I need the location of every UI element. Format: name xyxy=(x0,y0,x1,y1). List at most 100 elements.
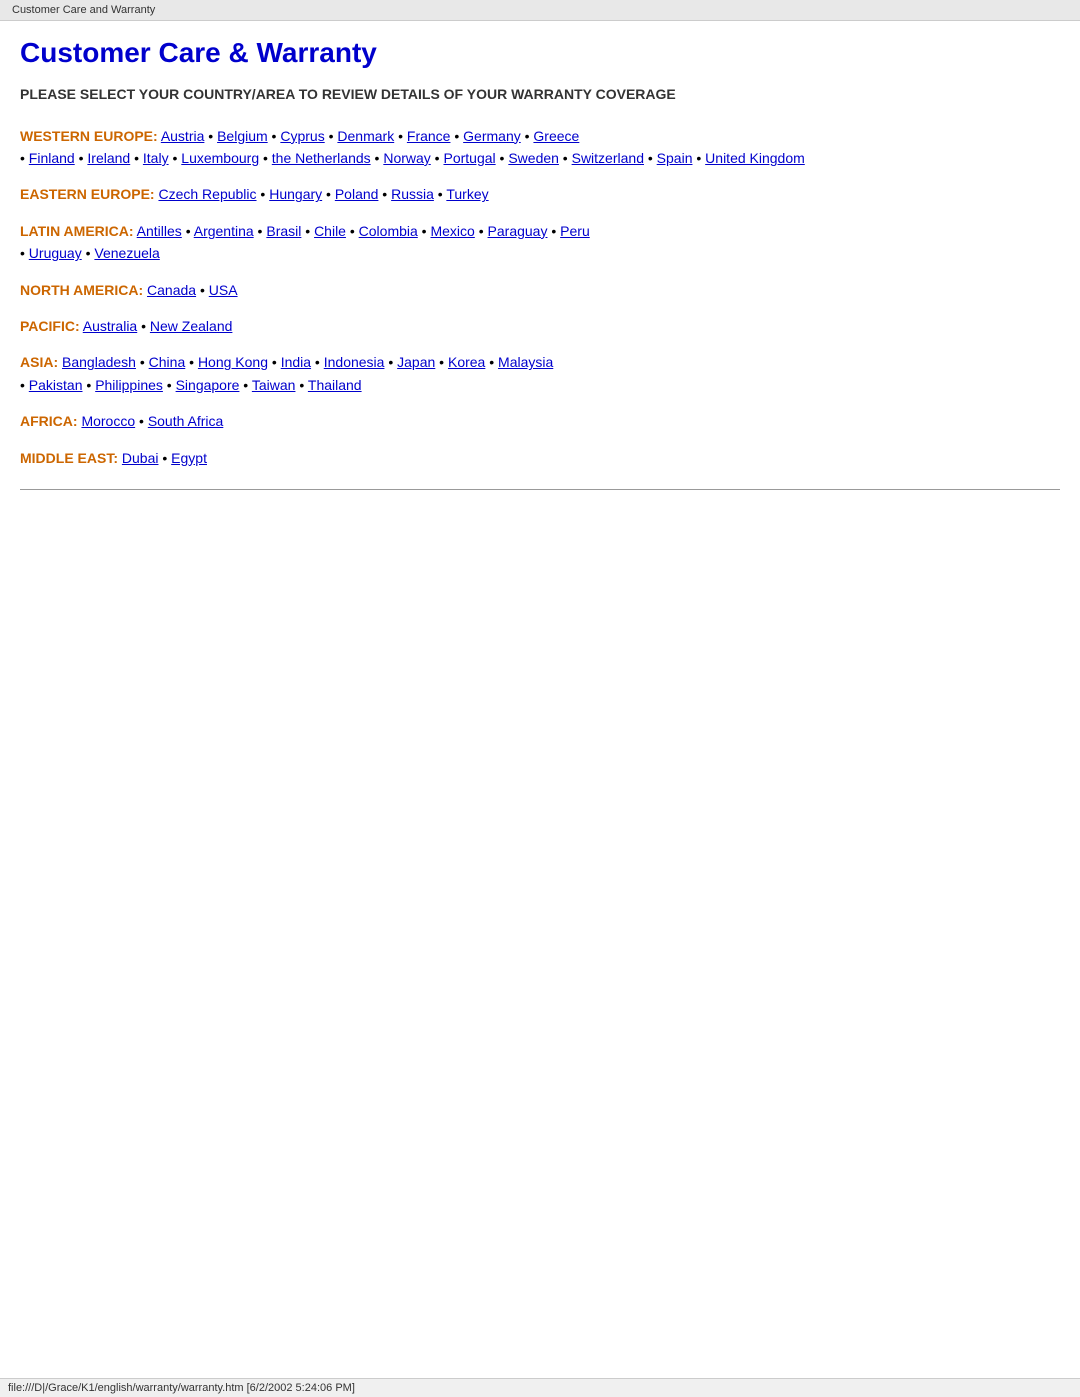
country-link-japan[interactable]: Japan xyxy=(397,354,435,370)
separator: • xyxy=(75,150,88,166)
country-link-bangladesh[interactable]: Bangladesh xyxy=(62,354,136,370)
separator: • xyxy=(301,223,314,239)
country-link-finland[interactable]: Finland xyxy=(29,150,75,166)
country-link-australia[interactable]: Australia xyxy=(83,318,137,334)
separator: • xyxy=(20,377,29,393)
region-block-pacific: PACIFIC: Australia • New Zealand xyxy=(20,315,1060,337)
regions-container: WESTERN EUROPE: Austria • Belgium • Cypr… xyxy=(20,125,1060,469)
region-label-africa: AFRICA: xyxy=(20,413,78,429)
separator: • xyxy=(158,450,171,466)
separator: • xyxy=(496,150,509,166)
country-link-india[interactable]: India xyxy=(281,354,311,370)
region-block-western-europe: WESTERN EUROPE: Austria • Belgium • Cypr… xyxy=(20,125,1060,170)
separator: • xyxy=(435,354,448,370)
separator: • xyxy=(485,354,498,370)
separator: • xyxy=(196,282,209,298)
country-link-portugal[interactable]: Portugal xyxy=(443,150,495,166)
country-link-the-netherlands[interactable]: the Netherlands xyxy=(272,150,371,166)
country-link-poland[interactable]: Poland xyxy=(335,186,379,202)
country-link-spain[interactable]: Spain xyxy=(657,150,693,166)
country-link-greece[interactable]: Greece xyxy=(533,128,579,144)
region-label-latin-america: LATIN AMERICA: xyxy=(20,223,134,239)
country-link-denmark[interactable]: Denmark xyxy=(337,128,394,144)
separator: • xyxy=(311,354,324,370)
country-link-austria[interactable]: Austria xyxy=(161,128,205,144)
separator: • xyxy=(20,150,29,166)
region-block-asia: ASIA: Bangladesh • China • Hong Kong • I… xyxy=(20,351,1060,396)
country-link-venezuela[interactable]: Venezuela xyxy=(94,245,159,261)
country-link-new-zealand[interactable]: New Zealand xyxy=(150,318,233,334)
country-link-south-africa[interactable]: South Africa xyxy=(148,413,224,429)
separator: • xyxy=(295,377,307,393)
region-label-asia: ASIA: xyxy=(20,354,58,370)
separator: • xyxy=(82,245,95,261)
country-link-belgium[interactable]: Belgium xyxy=(217,128,268,144)
separator: • xyxy=(169,150,182,166)
country-link-thailand[interactable]: Thailand xyxy=(308,377,362,393)
separator: • xyxy=(239,377,251,393)
country-link-singapore[interactable]: Singapore xyxy=(176,377,240,393)
separator: • xyxy=(163,377,176,393)
separator: • xyxy=(268,354,281,370)
country-link-egypt[interactable]: Egypt xyxy=(171,450,207,466)
country-link-cyprus[interactable]: Cyprus xyxy=(280,128,324,144)
country-link-china[interactable]: China xyxy=(149,354,186,370)
country-link-czech-republic[interactable]: Czech Republic xyxy=(158,186,256,202)
country-link-italy[interactable]: Italy xyxy=(143,150,169,166)
separator: • xyxy=(692,150,705,166)
separator: • xyxy=(259,150,272,166)
country-link-chile[interactable]: Chile xyxy=(314,223,346,239)
country-link-colombia[interactable]: Colombia xyxy=(359,223,418,239)
country-link-ireland[interactable]: Ireland xyxy=(87,150,130,166)
country-link-malaysia[interactable]: Malaysia xyxy=(498,354,553,370)
country-link-dubai[interactable]: Dubai xyxy=(122,450,159,466)
country-link-morocco[interactable]: Morocco xyxy=(81,413,135,429)
separator: • xyxy=(450,128,463,144)
country-link-canada[interactable]: Canada xyxy=(147,282,196,298)
country-link-korea[interactable]: Korea xyxy=(448,354,485,370)
country-link-antilles[interactable]: Antilles xyxy=(137,223,182,239)
separator: • xyxy=(521,128,534,144)
country-link-turkey[interactable]: Turkey xyxy=(446,186,488,202)
country-link-norway[interactable]: Norway xyxy=(383,150,430,166)
country-link-indonesia[interactable]: Indonesia xyxy=(324,354,385,370)
country-link-united-kingdom[interactable]: United Kingdom xyxy=(705,150,805,166)
separator: • xyxy=(559,150,572,166)
country-link-sweden[interactable]: Sweden xyxy=(508,150,559,166)
country-link-hong-kong[interactable]: Hong Kong xyxy=(198,354,268,370)
separator: • xyxy=(136,354,149,370)
separator: • xyxy=(431,150,444,166)
country-link-switzerland[interactable]: Switzerland xyxy=(572,150,644,166)
divider xyxy=(20,489,1060,490)
country-link-philippines[interactable]: Philippines xyxy=(95,377,163,393)
country-link-germany[interactable]: Germany xyxy=(463,128,521,144)
country-link-hungary[interactable]: Hungary xyxy=(269,186,322,202)
separator: • xyxy=(20,245,29,261)
region-label-eastern-europe: EASTERN EUROPE: xyxy=(20,186,155,202)
separator: • xyxy=(268,128,281,144)
separator: • xyxy=(130,150,143,166)
country-link-mexico[interactable]: Mexico xyxy=(430,223,474,239)
separator: • xyxy=(182,223,194,239)
country-link-uruguay[interactable]: Uruguay xyxy=(29,245,82,261)
country-link-brasil[interactable]: Brasil xyxy=(266,223,301,239)
separator: • xyxy=(83,377,96,393)
country-link-russia[interactable]: Russia xyxy=(391,186,434,202)
country-link-peru[interactable]: Peru xyxy=(560,223,590,239)
country-link-taiwan[interactable]: Taiwan xyxy=(252,377,296,393)
separator: • xyxy=(378,186,391,202)
region-label-north-america: NORTH AMERICA: xyxy=(20,282,143,298)
region-block-africa: AFRICA: Morocco • South Africa xyxy=(20,410,1060,432)
country-link-pakistan[interactable]: Pakistan xyxy=(29,377,83,393)
separator: • xyxy=(346,223,359,239)
country-link-argentina[interactable]: Argentina xyxy=(194,223,254,239)
country-link-usa[interactable]: USA xyxy=(209,282,238,298)
country-link-luxembourg[interactable]: Luxembourg xyxy=(181,150,259,166)
status-bar-text: file:///D|/Grace/K1/english/warranty/war… xyxy=(8,1382,355,1394)
separator: • xyxy=(644,150,657,166)
country-link-france[interactable]: France xyxy=(407,128,451,144)
country-link-paraguay[interactable]: Paraguay xyxy=(488,223,548,239)
separator: • xyxy=(371,150,384,166)
browser-tab: Customer Care and Warranty xyxy=(0,0,1080,21)
tab-label: Customer Care and Warranty xyxy=(12,4,155,16)
